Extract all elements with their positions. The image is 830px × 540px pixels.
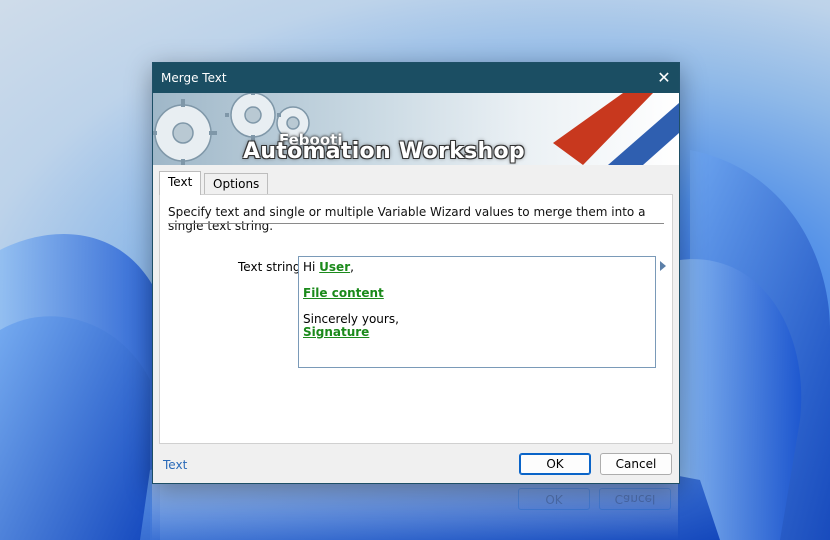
merge-text-dialog: Merge Text ✕ Febooti Automation Workshop… [152, 62, 680, 484]
text-line-2: File content [303, 287, 384, 300]
product-banner: Febooti Automation Workshop [153, 93, 679, 165]
tab-options[interactable]: Options [204, 173, 269, 194]
comma-text: , [350, 260, 354, 274]
expand-arrow-icon[interactable] [660, 261, 666, 271]
tab-panel-text: Specify text and single or multiple Vari… [159, 194, 673, 444]
variable-signature[interactable]: Signature [303, 325, 369, 339]
greeting-text: Hi [303, 260, 320, 274]
help-link[interactable]: Text [163, 458, 187, 472]
closing-text: Sincerely yours, [303, 312, 399, 326]
text-string-input[interactable]: Hi User, File content Sincerely yours, S… [298, 256, 656, 368]
description-text: Specify text and single or multiple Vari… [168, 205, 646, 233]
window-title: Merge Text [161, 71, 227, 85]
variable-file-content[interactable]: File content [303, 286, 384, 300]
variable-user[interactable]: User [319, 260, 350, 274]
separator-line [168, 223, 664, 224]
text-line-1: Hi User, [303, 261, 354, 274]
title-bar: Merge Text ✕ [153, 63, 679, 93]
text-line-4: Signature [303, 326, 369, 339]
close-icon[interactable]: ✕ [649, 63, 679, 93]
cancel-button[interactable]: Cancel [600, 453, 672, 475]
brand-name-large: Automation Workshop [243, 139, 525, 164]
tab-text[interactable]: Text [159, 171, 202, 195]
text-string-label: Text string: [238, 260, 305, 274]
ok-button[interactable]: OK [519, 453, 591, 475]
